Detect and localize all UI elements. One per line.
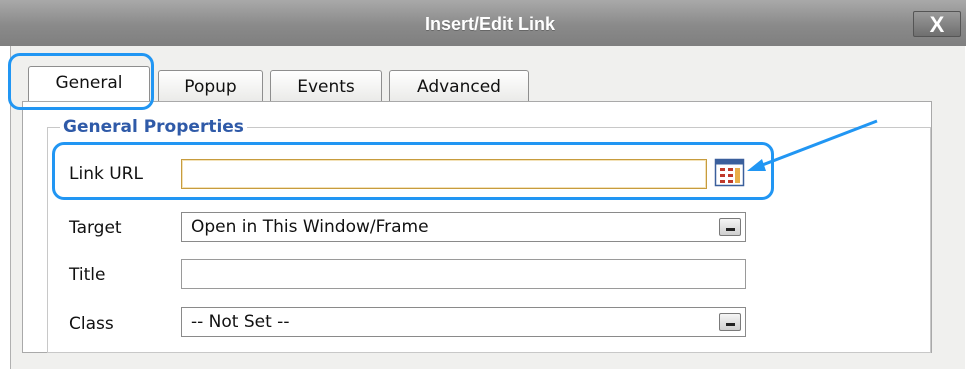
annotation-arrow-icon — [747, 119, 878, 171]
